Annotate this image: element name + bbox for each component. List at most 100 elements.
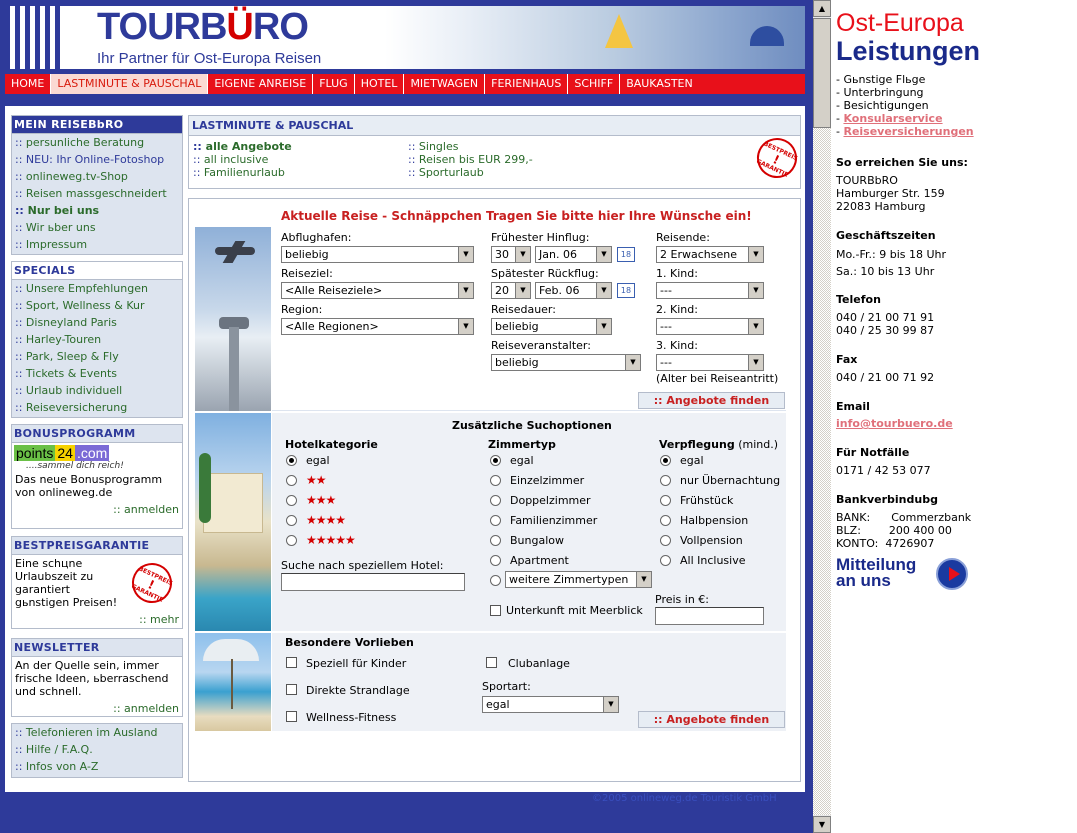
- preis-label: Preis in €:: [655, 593, 710, 606]
- service-item: - Gьnstige Flьge: [836, 73, 926, 86]
- weitere-zimmertypen-select[interactable]: weitere Zimmertypen: [505, 571, 652, 588]
- scroll-up-icon[interactable]: ▲: [813, 0, 831, 17]
- hotel-radio-egal[interactable]: [286, 455, 297, 466]
- scroll-thumb[interactable]: [813, 18, 831, 128]
- sidebar-item-beratung[interactable]: :: persunliche Beratung: [12, 134, 182, 151]
- kinder-checkbox[interactable]: [286, 657, 297, 668]
- logo-stripes: [5, 6, 63, 69]
- lastminute-allinclusive[interactable]: :: all inclusive: [193, 153, 292, 166]
- scroll-track[interactable]: [813, 18, 831, 815]
- strand-checkbox[interactable]: [286, 684, 297, 695]
- bestpreis-mehr-link[interactable]: :: mehr: [136, 611, 182, 628]
- meerblick-checkbox[interactable]: [490, 605, 501, 616]
- hotel-radio-3[interactable]: [286, 495, 297, 506]
- sportart-select[interactable]: egal: [482, 696, 619, 713]
- verpflegung-radio-nur[interactable]: [660, 475, 671, 486]
- verpflegung-radio-halb[interactable]: [660, 515, 671, 526]
- nav-ferienhaus[interactable]: FERIENHAUS: [485, 74, 569, 94]
- hinflug-month-select[interactable]: Jan. 06: [535, 246, 612, 263]
- verpflegung-radio-egal[interactable]: [660, 455, 671, 466]
- verpflegung-radio-allinc[interactable]: [660, 555, 671, 566]
- rueckflug-day-select[interactable]: 20: [491, 282, 531, 299]
- zimmer-radio-bungalow[interactable]: [490, 535, 501, 546]
- zimmer-radio-familie[interactable]: [490, 515, 501, 526]
- nav-hotel[interactable]: HOTEL: [355, 74, 405, 94]
- calendar-icon[interactable]: 18: [617, 247, 635, 262]
- sidebar-item-empfehlungen[interactable]: :: Unsere Empfehlungen: [12, 280, 182, 297]
- zimmer-radio-einzel[interactable]: [490, 475, 501, 486]
- hotel-radio-5[interactable]: [286, 535, 297, 546]
- lastminute-sport[interactable]: :: Sporturlaub: [408, 166, 533, 179]
- sidebar-item-hilfe[interactable]: :: Hilfe / F.A.Q.: [12, 741, 182, 758]
- abflughafen-select[interactable]: beliebig: [281, 246, 474, 263]
- kind1-select[interactable]: ---: [656, 282, 764, 299]
- sidebar-item-versicherung[interactable]: :: Reiseversicherung: [12, 399, 182, 416]
- nav-eigene-anreise[interactable]: EIGENE ANREISE: [208, 74, 314, 94]
- service-link-versicherung[interactable]: - Reiseversicherungen: [836, 125, 974, 138]
- site-logo[interactable]: TOURBÜRO: [97, 6, 309, 49]
- hotelkategorie-title: Hotelkategorie: [285, 438, 378, 451]
- arrow-right-icon[interactable]: [936, 558, 968, 590]
- zimmer-radio-weitere[interactable]: [490, 575, 501, 586]
- angebote-finden-button-2[interactable]: :: Angebote finden: [638, 711, 785, 728]
- mitteilung-link[interactable]: Mitteilung an uns: [836, 556, 916, 589]
- nav-baukasten[interactable]: BAUKASTEN: [620, 74, 699, 94]
- verpflegung-radio-fruehstueck[interactable]: [660, 495, 671, 506]
- rueckflug-month-select[interactable]: Feb. 06: [535, 282, 612, 299]
- preis-input[interactable]: [655, 607, 764, 625]
- sidebar-item-infos[interactable]: :: Infos von A-Z: [12, 758, 182, 775]
- lastminute-familie[interactable]: :: Familienurlaub: [193, 166, 292, 179]
- scroll-down-icon[interactable]: ▼: [813, 816, 831, 833]
- email-link[interactable]: info@tourbuero.de: [836, 417, 953, 430]
- nav-mietwagen[interactable]: MIETWAGEN: [404, 74, 486, 94]
- calendar-icon[interactable]: 18: [617, 283, 635, 298]
- nav-lastminute[interactable]: LASTMINUTE & PAUSCHAL: [51, 74, 209, 94]
- hotel-radio-2[interactable]: [286, 475, 297, 486]
- newsletter-anmelden-link[interactable]: :: anmelden: [12, 700, 182, 717]
- sidebar-item-tickets[interactable]: :: Tickets & Events: [12, 365, 182, 382]
- kind2-select[interactable]: ---: [656, 318, 764, 335]
- veranstalter-label: Reiseveranstalter:: [491, 339, 591, 352]
- bank-line: BLZ: 200 400 00: [836, 524, 952, 537]
- sidebar-item-impressum[interactable]: :: Impressum: [12, 236, 182, 253]
- verpflegung-option-voll: Vollpension: [680, 534, 743, 547]
- bonus-anmelden-link[interactable]: :: anmelden: [12, 501, 182, 518]
- reisedauer-select[interactable]: beliebig: [491, 318, 612, 335]
- hotel-radio-4[interactable]: [286, 515, 297, 526]
- scrollbar[interactable]: ▲ ▼: [813, 0, 831, 833]
- sidebar-item-urlaub[interactable]: :: Urlaub individuell: [12, 382, 182, 399]
- stars-3-icon: ★★★: [306, 493, 336, 507]
- lastminute-alle[interactable]: :: alle Angebote: [193, 140, 292, 153]
- angebote-finden-button[interactable]: :: Angebote finden: [638, 392, 785, 409]
- lastminute-299[interactable]: :: Reisen bis EUR 299,-: [408, 153, 533, 166]
- sidebar-item-fotoshop[interactable]: :: NEU: Ihr Online-Fotoshop: [12, 151, 182, 168]
- sidebar-item-ueber-uns[interactable]: :: Wir ьber uns: [12, 219, 182, 236]
- zimmer-radio-apartment[interactable]: [490, 555, 501, 566]
- sidebar-item-disneyland[interactable]: :: Disneyland Paris: [12, 314, 182, 331]
- sidebar-item-harley[interactable]: :: Harley-Touren: [12, 331, 182, 348]
- nav-flug[interactable]: FLUG: [313, 74, 355, 94]
- hinflug-day-select[interactable]: 30: [491, 246, 531, 263]
- sidebar-item-nur-bei-uns[interactable]: :: Nur bei uns: [12, 202, 182, 219]
- reiseziel-select[interactable]: <Alle Reiseziele>: [281, 282, 474, 299]
- nav-schiff[interactable]: SCHIFF: [568, 74, 621, 94]
- nav-home[interactable]: HOME: [5, 74, 52, 94]
- sidebar-item-tvshop[interactable]: :: onlineweg.tv-Shop: [12, 168, 182, 185]
- zimmer-radio-doppel[interactable]: [490, 495, 501, 506]
- region-select[interactable]: <Alle Regionen>: [281, 318, 474, 335]
- sidebar-item-park-sleep[interactable]: :: Park, Sleep & Fly: [12, 348, 182, 365]
- kind3-select[interactable]: ---: [656, 354, 764, 371]
- sidebar-item-massgeschneidert[interactable]: :: Reisen massgeschneidert: [12, 185, 182, 202]
- zimmer-radio-egal[interactable]: [490, 455, 501, 466]
- wellness-checkbox[interactable]: [286, 711, 297, 722]
- points24-logo[interactable]: points 24 .com: [12, 443, 182, 461]
- sidebar-item-telefonieren[interactable]: :: Telefonieren im Ausland: [12, 724, 182, 741]
- reisende-select[interactable]: 2 Erwachsene: [656, 246, 764, 263]
- veranstalter-select[interactable]: beliebig: [491, 354, 641, 371]
- service-link-konsular[interactable]: - Konsularservice: [836, 112, 974, 125]
- clubanlage-checkbox[interactable]: [486, 657, 497, 668]
- verpflegung-radio-voll[interactable]: [660, 535, 671, 546]
- lastminute-singles[interactable]: :: Singles: [408, 140, 533, 153]
- hotel-search-input[interactable]: [281, 573, 465, 591]
- sidebar-item-sport[interactable]: :: Sport, Wellness & Kur: [12, 297, 182, 314]
